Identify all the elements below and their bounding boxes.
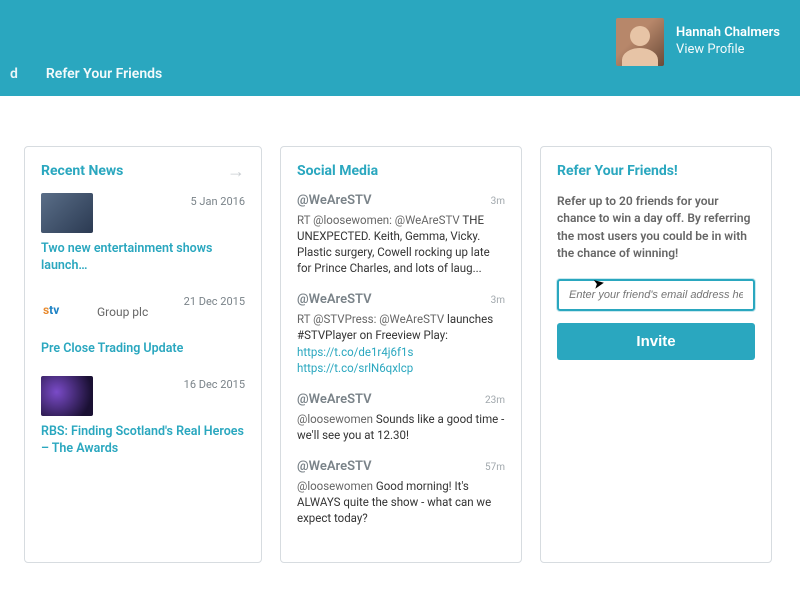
- tweet-body: RT @loosewomen: @WeAreSTV THE UNEXPECTED…: [297, 212, 505, 276]
- logo-group-text: Group plc: [97, 305, 148, 319]
- tweet-time: 3m: [491, 196, 505, 207]
- tweet-body: RT @STVPress: @WeAreSTV launches #STVPla…: [297, 311, 505, 375]
- tweet-time: 23m: [485, 395, 505, 406]
- top-nav: d Refer Your Friends: [0, 66, 162, 82]
- tweet-handle: @WeAreSTV: [297, 392, 372, 407]
- arrow-right-icon[interactable]: →: [227, 163, 245, 181]
- user-name: Hannah Chalmers: [676, 25, 780, 42]
- friend-email-input[interactable]: [557, 279, 755, 311]
- tweet[interactable]: @WeAreSTV 3m RT @loosewomen: @WeAreSTV T…: [297, 193, 505, 276]
- tweet[interactable]: @WeAreSTV 57m @loosewomen Good morning! …: [297, 459, 505, 526]
- news-item[interactable]: 16 Dec 2015 RBS: Finding Scotland's Real…: [41, 376, 245, 458]
- tweet-body: @loosewomen Sounds like a good time - we…: [297, 411, 505, 443]
- refer-description: Refer up to 20 friends for your chance t…: [557, 193, 755, 263]
- card-title: Refer Your Friends!: [557, 163, 755, 179]
- news-date: 16 Dec 2015: [184, 378, 245, 391]
- nav-item-cut[interactable]: d: [10, 66, 18, 82]
- invite-button[interactable]: Invite: [557, 323, 755, 360]
- news-thumb: [41, 376, 93, 416]
- tweet[interactable]: @WeAreSTV 3m RT @STVPress: @WeAreSTV lau…: [297, 292, 505, 375]
- tweet-body: @loosewomen Good morning! It's ALWAYS qu…: [297, 478, 505, 526]
- tweet-time: 57m: [485, 462, 505, 473]
- card-title: Recent News: [41, 163, 245, 179]
- news-title[interactable]: Pre Close Trading Update: [41, 341, 245, 358]
- content-area: Recent News → 5 Jan 2016 Two new enterta…: [0, 96, 800, 581]
- news-title[interactable]: Two new entertainment shows launch…: [41, 241, 245, 275]
- avatar[interactable]: [616, 18, 664, 66]
- app-header: Hannah Chalmers View Profile d Refer You…: [0, 0, 800, 96]
- news-date: 21 Dec 2015: [184, 295, 245, 308]
- profile-text: Hannah Chalmers View Profile: [676, 25, 780, 59]
- refer-friends-card: Refer Your Friends! Refer up to 20 frien…: [540, 146, 772, 563]
- view-profile-link[interactable]: View Profile: [676, 42, 780, 59]
- tweet-handle: @WeAreSTV: [297, 193, 372, 208]
- news-date: 5 Jan 2016: [191, 195, 246, 208]
- recent-news-card: Recent News → 5 Jan 2016 Two new enterta…: [24, 146, 262, 563]
- tweet-handle: @WeAreSTV: [297, 292, 372, 307]
- news-thumb: [41, 193, 93, 233]
- news-item[interactable]: 5 Jan 2016 Two new entertainment shows l…: [41, 193, 245, 275]
- nav-item-refer[interactable]: Refer Your Friends: [46, 66, 162, 82]
- social-media-card: Social Media @WeAreSTV 3m RT @loosewomen…: [280, 146, 522, 563]
- tweet-handle: @WeAreSTV: [297, 459, 372, 474]
- news-title[interactable]: RBS: Finding Scotland's Real Heroes – Th…: [41, 424, 245, 458]
- profile-block[interactable]: Hannah Chalmers View Profile: [616, 18, 780, 66]
- tweet-time: 3m: [491, 295, 505, 306]
- card-title: Social Media: [297, 163, 505, 179]
- tweet[interactable]: @WeAreSTV 23m @loosewomen Sounds like a …: [297, 392, 505, 443]
- news-item[interactable]: stv Group plc 21 Dec 2015 Pre Close Trad…: [41, 293, 245, 358]
